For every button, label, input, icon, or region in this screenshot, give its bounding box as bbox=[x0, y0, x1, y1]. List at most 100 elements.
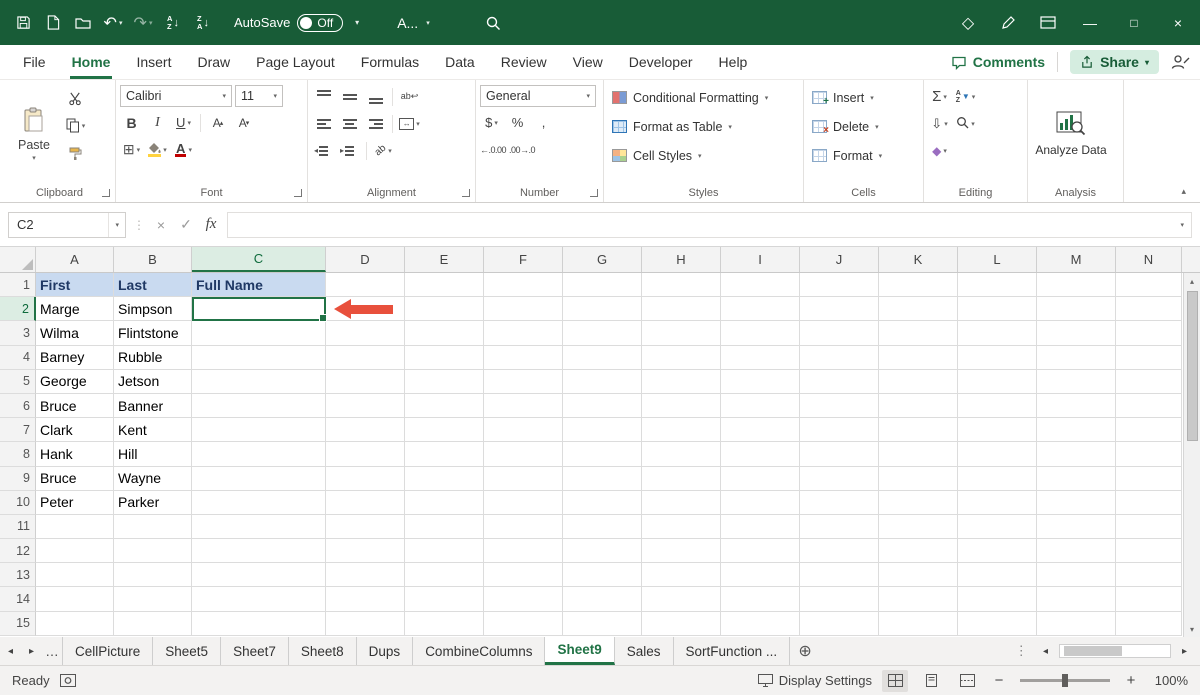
horizontal-scrollbar[interactable] bbox=[1059, 644, 1171, 658]
cell-k13[interactable] bbox=[879, 563, 958, 588]
cell-l6[interactable] bbox=[958, 393, 1037, 419]
cell-g4[interactable] bbox=[563, 345, 642, 370]
cell-d13[interactable] bbox=[326, 563, 405, 588]
borders-button[interactable]: ⊞ ▾ bbox=[120, 138, 143, 161]
people-icon[interactable] bbox=[1171, 54, 1190, 70]
find-select-dropdown-icon[interactable]: ▾ bbox=[971, 120, 975, 128]
cell-k5[interactable] bbox=[879, 369, 958, 394]
increase-indent-button[interactable]: ▸ bbox=[338, 139, 361, 162]
cell-e15[interactable] bbox=[405, 611, 484, 636]
cell-b2[interactable]: Simpson bbox=[114, 297, 192, 322]
cell-m14[interactable] bbox=[1037, 587, 1116, 612]
borders-dropdown-icon[interactable]: ▾ bbox=[137, 146, 141, 154]
enter-entry-icon[interactable]: ✓ bbox=[177, 216, 195, 233]
cell-h14[interactable] bbox=[642, 587, 721, 612]
cell-j14[interactable] bbox=[800, 587, 879, 612]
insert-function-icon[interactable]: fx bbox=[202, 216, 220, 233]
normal-view-button[interactable] bbox=[882, 669, 908, 692]
cell-m2[interactable] bbox=[1037, 297, 1116, 322]
more-sheets-button[interactable]: … bbox=[42, 637, 62, 665]
column-header-l[interactable]: L bbox=[958, 247, 1037, 272]
cell-f3[interactable] bbox=[484, 321, 563, 346]
cell-e9[interactable] bbox=[405, 466, 484, 491]
cell-a4[interactable]: Barney bbox=[36, 345, 114, 370]
cell-b1[interactable]: Last bbox=[114, 273, 192, 298]
tab-page-layout[interactable]: Page Layout bbox=[243, 45, 348, 79]
cell-d8[interactable] bbox=[326, 442, 405, 467]
copy-dropdown-icon[interactable]: ▾ bbox=[82, 122, 86, 130]
cell-l4[interactable] bbox=[958, 345, 1037, 370]
cell-n8[interactable] bbox=[1116, 442, 1182, 467]
cell-d10[interactable] bbox=[326, 490, 405, 515]
number-format-select[interactable]: General ▾ bbox=[480, 85, 596, 107]
cell-f6[interactable] bbox=[484, 393, 563, 419]
pen-icon[interactable] bbox=[995, 9, 1021, 37]
cell-i9[interactable] bbox=[721, 466, 800, 491]
select-all-button[interactable] bbox=[0, 247, 36, 272]
clear-dropdown-icon[interactable]: ▾ bbox=[943, 147, 947, 155]
decrease-decimal-button[interactable]: .00→.0 bbox=[509, 138, 536, 161]
cell-b5[interactable]: Jetson bbox=[114, 369, 192, 394]
redo-button[interactable]: ↷ ▾ bbox=[130, 9, 156, 37]
cell-j2[interactable] bbox=[800, 297, 879, 322]
minimize-button[interactable]: — bbox=[1068, 0, 1112, 45]
cell-l13[interactable] bbox=[958, 563, 1037, 588]
format-painter-button[interactable] bbox=[64, 141, 87, 164]
cell-m13[interactable] bbox=[1037, 563, 1116, 588]
alignment-dialog-launcher[interactable] bbox=[462, 189, 470, 197]
sheet-tab-cellpicture[interactable]: CellPicture bbox=[62, 637, 154, 665]
cell-d5[interactable] bbox=[326, 369, 405, 394]
cell-e4[interactable] bbox=[405, 345, 484, 370]
cell-f4[interactable] bbox=[484, 345, 563, 370]
cell-n2[interactable] bbox=[1116, 297, 1182, 322]
cell-e2[interactable] bbox=[405, 297, 484, 322]
row-header-7[interactable]: 7 bbox=[0, 418, 36, 443]
paste-dropdown-icon[interactable]: ▾ bbox=[32, 154, 36, 162]
cell-h5[interactable] bbox=[642, 369, 721, 394]
hscroll-right-icon[interactable]: ▸ bbox=[1174, 646, 1195, 657]
cell-e1[interactable] bbox=[405, 273, 484, 298]
cell-k6[interactable] bbox=[879, 393, 958, 419]
collapse-ribbon-icon[interactable]: ▴ bbox=[1181, 186, 1186, 197]
cell-i10[interactable] bbox=[721, 490, 800, 515]
cell-i3[interactable] bbox=[721, 321, 800, 346]
row-header-8[interactable]: 8 bbox=[0, 442, 36, 467]
cell-f1[interactable] bbox=[484, 273, 563, 298]
column-header-k[interactable]: K bbox=[879, 247, 958, 272]
cell-h12[interactable] bbox=[642, 539, 721, 564]
cell-m4[interactable] bbox=[1037, 345, 1116, 370]
orientation-button[interactable]: ab ▾ bbox=[372, 139, 395, 162]
merge-center-dropdown-icon[interactable]: ▾ bbox=[416, 120, 420, 128]
cell-j15[interactable] bbox=[800, 611, 879, 636]
format-cells-dropdown-icon[interactable]: ▾ bbox=[879, 152, 883, 160]
cell-h4[interactable] bbox=[642, 345, 721, 370]
row-header-5[interactable]: 5 bbox=[0, 369, 36, 394]
cell-k11[interactable] bbox=[879, 514, 958, 540]
number-format-dropdown-icon[interactable]: ▾ bbox=[581, 92, 590, 100]
autosave-toggle[interactable]: AutoSave Off bbox=[234, 13, 344, 32]
cell-f10[interactable] bbox=[484, 490, 563, 515]
cell-n6[interactable] bbox=[1116, 393, 1182, 419]
cell-h10[interactable] bbox=[642, 490, 721, 515]
cell-k9[interactable] bbox=[879, 466, 958, 491]
cell-c6[interactable] bbox=[192, 393, 326, 419]
scroll-down-icon[interactable]: ▾ bbox=[1190, 621, 1194, 637]
sort-filter-button[interactable]: A Z ▼ ▾ bbox=[954, 85, 977, 108]
cell-l12[interactable] bbox=[958, 539, 1037, 564]
cell-a14[interactable] bbox=[36, 587, 114, 612]
cell-g14[interactable] bbox=[563, 587, 642, 612]
cell-k15[interactable] bbox=[879, 611, 958, 636]
cell-styles-button[interactable]: Cell Styles ▾ bbox=[608, 143, 799, 168]
cell-i6[interactable] bbox=[721, 393, 800, 419]
row-header-11[interactable]: 11 bbox=[0, 514, 36, 540]
sort-descending-icon[interactable]: Z A ↓ bbox=[190, 9, 216, 37]
cell-f11[interactable] bbox=[484, 514, 563, 540]
cell-j5[interactable] bbox=[800, 369, 879, 394]
cell-f15[interactable] bbox=[484, 611, 563, 636]
scroll-up-icon[interactable]: ▴ bbox=[1190, 273, 1194, 289]
cell-a10[interactable]: Peter bbox=[36, 490, 114, 515]
share-button[interactable]: Share ▾ bbox=[1070, 50, 1159, 74]
cell-c9[interactable] bbox=[192, 466, 326, 491]
row-header-12[interactable]: 12 bbox=[0, 539, 36, 564]
cell-e12[interactable] bbox=[405, 539, 484, 564]
